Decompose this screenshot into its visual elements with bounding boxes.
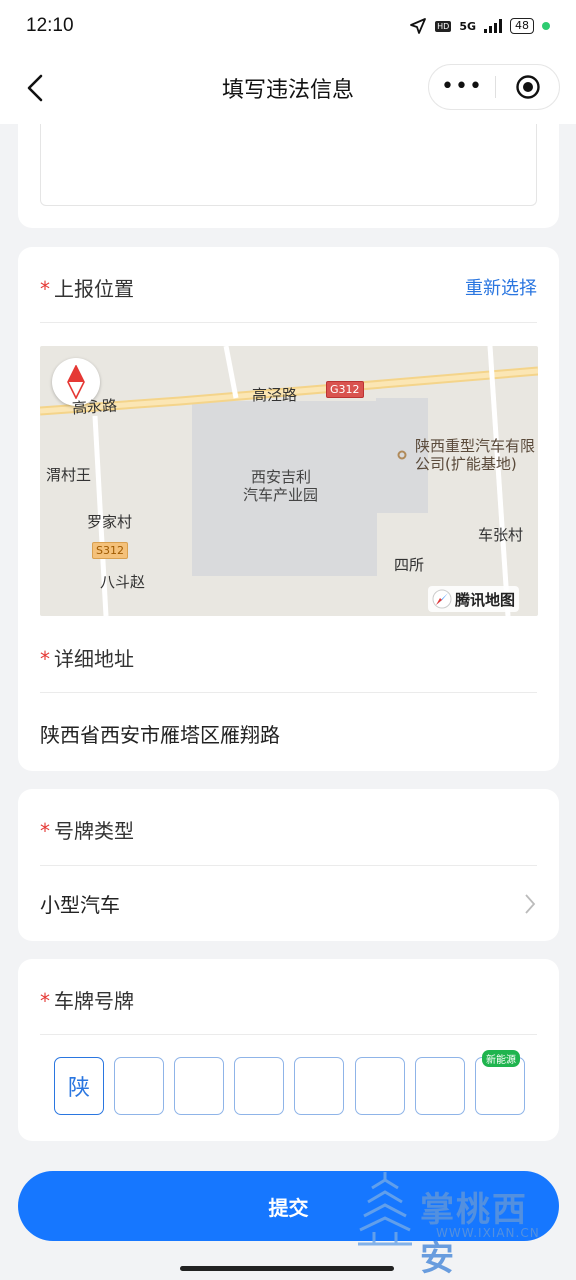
required-mark: *: [40, 277, 50, 301]
watermark-logo: 掌桃西安 WWW.IXIAN.CN: [350, 1168, 560, 1279]
reselect-link[interactable]: 重新选择: [465, 274, 537, 300]
chevron-right-icon: [525, 894, 536, 914]
status-icons: HD 5G 48: [409, 17, 550, 35]
plate-type-card: * 号牌类型 小型汽车: [18, 789, 559, 941]
description-textarea[interactable]: [40, 124, 537, 206]
required-mark: *: [40, 989, 50, 1013]
plate-char-box[interactable]: [294, 1057, 344, 1115]
signal-icon: [484, 19, 502, 33]
compass-icon: [67, 365, 85, 399]
target-icon: [515, 75, 540, 99]
privacy-dot-icon: [542, 22, 550, 30]
map-road-vertical-right: [487, 346, 511, 616]
map-label-highway-badge: G312: [326, 381, 364, 398]
divider: [40, 1034, 537, 1035]
network-label: 5G: [459, 19, 476, 33]
plate-type-title-text: 号牌类型: [54, 819, 134, 843]
more-button[interactable]: •••: [429, 76, 495, 98]
watermark-url: WWW.IXIAN.CN: [436, 1226, 540, 1240]
pagoda-logo-icon: [358, 1172, 412, 1246]
location-arrow-icon: [410, 18, 427, 34]
divider: [40, 692, 537, 693]
location-title-text: 上报位置: [54, 277, 134, 301]
tencent-map-logo-icon: [432, 589, 452, 609]
status-time: 12:10: [26, 15, 74, 36]
plate-char-box[interactable]: 陕: [54, 1057, 104, 1115]
plate-number-card: * 车牌号牌 陕 新能源: [18, 959, 559, 1141]
plate-number-title-text: 车牌号牌: [54, 989, 134, 1013]
hd-icon: HD: [435, 20, 452, 32]
nev-badge: 新能源: [482, 1050, 520, 1067]
map-provider-logo: 腾讯地图: [428, 586, 520, 612]
plate-char-box[interactable]: [234, 1057, 284, 1115]
divider: [40, 865, 537, 866]
back-icon[interactable]: [22, 72, 50, 104]
required-mark: *: [40, 819, 50, 843]
divider: [40, 322, 537, 323]
address-title-text: 详细地址: [54, 647, 134, 671]
location-map[interactable]: 高永路 高泾路 G312 S312 西安吉利 汽车产业园 陕西重型汽车有限 公司…: [40, 346, 538, 616]
mini-program-capsule: •••: [428, 64, 560, 110]
close-mini-program-button[interactable]: [496, 74, 559, 100]
address-title: * 详细地址: [40, 643, 134, 672]
home-indicator: [180, 1266, 394, 1271]
map-label-place: 四所: [394, 556, 425, 574]
location-card: * 上报位置 重新选择 高永路 高泾路 G312 S312 西安吉利 汽车产业园 …: [18, 247, 559, 771]
map-label-road: 高泾路: [252, 386, 298, 404]
map-provider-label: 腾讯地图: [455, 590, 516, 609]
plate-type-value: 小型汽车: [40, 893, 120, 917]
plate-char-box-nev[interactable]: 新能源: [475, 1050, 525, 1115]
map-label-village: 八斗赵: [100, 573, 146, 591]
map-label-village: 罗家村: [87, 513, 133, 531]
map-label-village: 渭村王: [46, 466, 92, 484]
plate-number-title: * 车牌号牌: [40, 985, 134, 1014]
plate-char-box[interactable]: [174, 1057, 224, 1115]
map-label-village: 车张村: [478, 526, 524, 544]
plate-type-select[interactable]: 小型汽车: [40, 889, 537, 919]
plate-char-box[interactable]: [355, 1057, 405, 1115]
status-bar: 12:10 HD 5G 48: [0, 0, 576, 52]
map-label-company: 公司(扩能基地): [415, 455, 517, 473]
map-road-small: [223, 346, 239, 399]
required-mark: *: [40, 647, 50, 671]
plate-char-box[interactable]: [114, 1057, 164, 1115]
map-label-road: 高永路: [71, 396, 118, 418]
location-title: * 上报位置: [40, 273, 134, 302]
description-card: [18, 124, 559, 228]
map-label-highway-badge: S312: [92, 542, 128, 559]
nav-bar: 填写违法信息 •••: [0, 52, 576, 124]
address-value[interactable]: 陕西省西安市雁塔区雁翔路: [40, 719, 280, 748]
battery-icon: 48: [510, 18, 534, 34]
page-title: 填写违法信息: [221, 78, 354, 103]
plate-char-box[interactable]: [415, 1057, 465, 1115]
map-label-park: 汽车产业园: [243, 486, 319, 504]
plate-type-title: * 号牌类型: [40, 815, 134, 844]
